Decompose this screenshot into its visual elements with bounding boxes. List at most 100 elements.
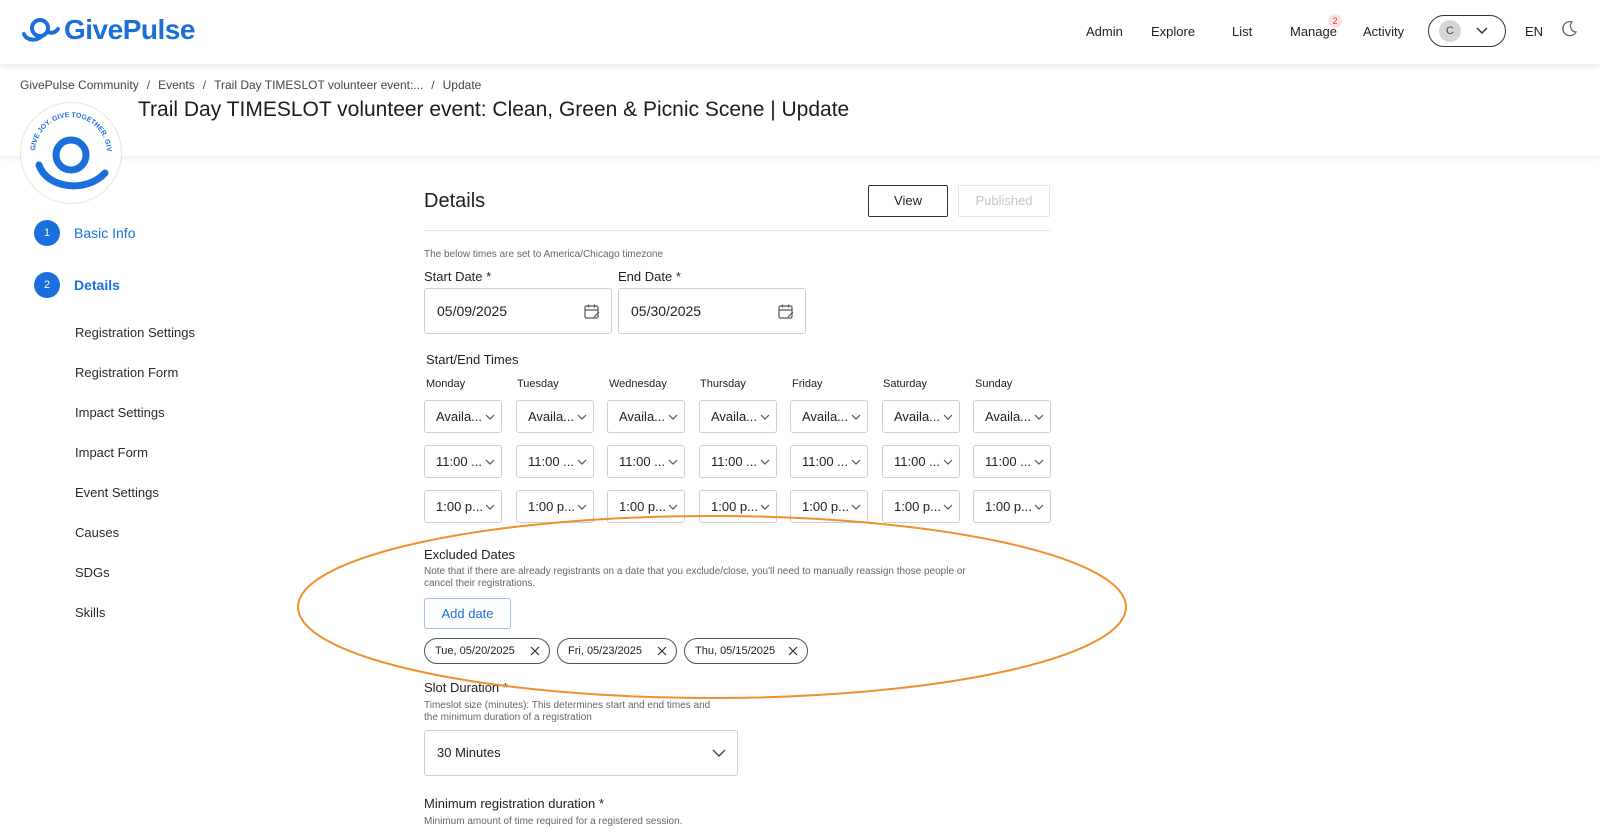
chevron-down-icon (577, 414, 587, 420)
thursday-end-time-select[interactable]: 1:00 p... (699, 490, 777, 523)
end-date-input[interactable]: 05/30/2025 (618, 288, 806, 334)
nav-activity[interactable]: Activity (1363, 24, 1404, 39)
saturday-start-time-select[interactable]: 11:00 ... (882, 445, 960, 478)
wednesday-availability-select[interactable]: Availa... (607, 400, 685, 433)
chevron-down-icon (668, 504, 678, 510)
select-value: 11:00 ... (436, 454, 483, 469)
sub-step-impact-form[interactable]: Impact Form (75, 445, 148, 460)
start-date-input[interactable]: 05/09/2025 (424, 288, 612, 334)
published-button: Published (958, 185, 1050, 217)
tuesday-end-time-select[interactable]: 1:00 p... (516, 490, 594, 523)
chevron-down-icon (851, 459, 861, 465)
step-details[interactable]: 2 Details (34, 272, 120, 298)
select-value: Availa... (436, 409, 483, 424)
user-menu-button[interactable]: C (1428, 15, 1506, 47)
select-value: Availa... (894, 409, 941, 424)
excluded-dates-note: Note that if there are already registran… (424, 566, 966, 590)
slot-duration-value: 30 Minutes (437, 745, 501, 760)
step-basic-info[interactable]: 1 Basic Info (34, 220, 135, 246)
sunday-start-time-select[interactable]: 11:00 ... (973, 445, 1051, 478)
saturday-end-time-select[interactable]: 1:00 p... (882, 490, 960, 523)
nav-explore[interactable]: Explore (1151, 24, 1195, 39)
day-label-wednesday: Wednesday (609, 378, 667, 390)
step-number: 1 (34, 220, 60, 246)
monday-start-time-select[interactable]: 11:00 ... (424, 445, 502, 478)
chevron-down-icon (1034, 504, 1044, 510)
close-icon[interactable] (787, 645, 799, 657)
friday-end-time-select[interactable]: 1:00 p... (790, 490, 868, 523)
thursday-availability-select[interactable]: Availa... (699, 400, 777, 433)
sub-step-skills[interactable]: Skills (75, 605, 105, 620)
chevron-down-icon (577, 504, 587, 510)
select-value: Availa... (802, 409, 849, 424)
brand-name: GivePulse (64, 14, 195, 45)
chevron-down-icon (943, 414, 953, 420)
select-value: 1:00 p... (711, 499, 758, 514)
sub-step-registration-form[interactable]: Registration Form (75, 365, 178, 380)
day-label-sunday: Sunday (975, 378, 1013, 390)
calendar-icon[interactable] (583, 303, 601, 321)
moon-icon[interactable] (1560, 20, 1578, 38)
nav-admin[interactable]: Admin (1086, 24, 1123, 39)
slot-duration-note-line-1: Timeslot size (minutes): This determines… (424, 700, 711, 711)
tuesday-start-time-select[interactable]: 11:00 ... (516, 445, 594, 478)
day-label-tuesday: Tuesday (517, 378, 559, 390)
excluded-date-chip: Fri, 05/23/2025 (557, 638, 677, 664)
sub-step-causes[interactable]: Causes (75, 525, 119, 540)
sunday-availability-select[interactable]: Availa... (973, 400, 1051, 433)
close-icon[interactable] (529, 645, 541, 657)
thursday-start-time-select[interactable]: 11:00 ... (699, 445, 777, 478)
sunday-end-time-select[interactable]: 1:00 p... (973, 490, 1051, 523)
select-value: Availa... (711, 409, 758, 424)
saturday-availability-select[interactable]: Availa... (882, 400, 960, 433)
breadcrumb-events[interactable]: Events (158, 78, 195, 92)
day-label-saturday: Saturday (883, 378, 928, 390)
sub-step-registration-settings[interactable]: Registration Settings (75, 325, 195, 340)
sub-step-event-settings[interactable]: Event Settings (75, 485, 159, 500)
chevron-down-icon (1476, 27, 1488, 35)
start-date-value: 05/09/2025 (437, 303, 508, 319)
tuesday-availability-select[interactable]: Availa... (516, 400, 594, 433)
svg-text:GIVE JOY. GIVE TOGETHER. GIVE: GIVE JOY. GIVE TOGETHER. GIVE MORE. (21, 103, 112, 152)
nav-list[interactable]: List (1232, 24, 1252, 39)
chevron-down-icon (851, 414, 861, 420)
highlight-ellipse (297, 515, 1127, 699)
breadcrumb-event[interactable]: Trail Day TIMESLOT volunteer event:... (214, 78, 423, 92)
close-icon[interactable] (656, 645, 668, 657)
chevron-down-icon (485, 414, 495, 420)
select-value: 11:00 ... (619, 454, 666, 469)
select-value: 11:00 ... (894, 454, 941, 469)
friday-availability-select[interactable]: Availa... (790, 400, 868, 433)
min-duration-label: Minimum registration duration * (424, 796, 604, 811)
chevron-down-icon (943, 504, 953, 510)
monday-end-time-select[interactable]: 1:00 p... (424, 490, 502, 523)
select-value: 1:00 p... (894, 499, 941, 514)
sub-step-sdgs[interactable]: SDGs (75, 565, 110, 580)
calendar-icon[interactable] (777, 303, 795, 321)
language-selector[interactable]: EN (1525, 24, 1543, 39)
wednesday-end-time-select[interactable]: 1:00 p... (607, 490, 685, 523)
givepulse-logo-icon (22, 18, 60, 42)
wednesday-start-time-select[interactable]: 11:00 ... (607, 445, 685, 478)
excluded-date-chip: Thu, 05/15/2025 (684, 638, 808, 664)
chevron-down-icon (668, 414, 678, 420)
excluded-dates-label: Excluded Dates (424, 547, 516, 562)
slot-duration-select[interactable]: 30 Minutes (424, 730, 738, 776)
excluded-dates-note-line-1: Note that if there are already registran… (424, 566, 966, 577)
excluded-dates-note-line-2: cancel their registrations. (424, 578, 536, 589)
step-number: 2 (34, 272, 60, 298)
givepulse-logo[interactable]: GivePulse (20, 14, 195, 46)
step-label: Basic Info (74, 225, 136, 241)
section-title: Details (424, 190, 486, 212)
sub-step-impact-settings[interactable]: Impact Settings (75, 405, 165, 420)
breadcrumb-community[interactable]: GivePulse Community (20, 78, 139, 92)
breadcrumb: GivePulse Community / Events / Trail Day TIM… (20, 78, 482, 92)
select-value: 11:00 ... (985, 454, 1032, 469)
page-title: Trail Day TIMESLOT volunteer event: Clea… (138, 98, 850, 121)
monday-availability-select[interactable]: Availa... (424, 400, 502, 433)
friday-start-time-select[interactable]: 11:00 ... (790, 445, 868, 478)
min-duration-note: Minimum amount of time required for a re… (424, 816, 683, 827)
add-date-button[interactable]: Add date (424, 598, 511, 629)
view-button[interactable]: View (868, 185, 948, 217)
manage-notification-badge: 2 (1328, 14, 1342, 28)
